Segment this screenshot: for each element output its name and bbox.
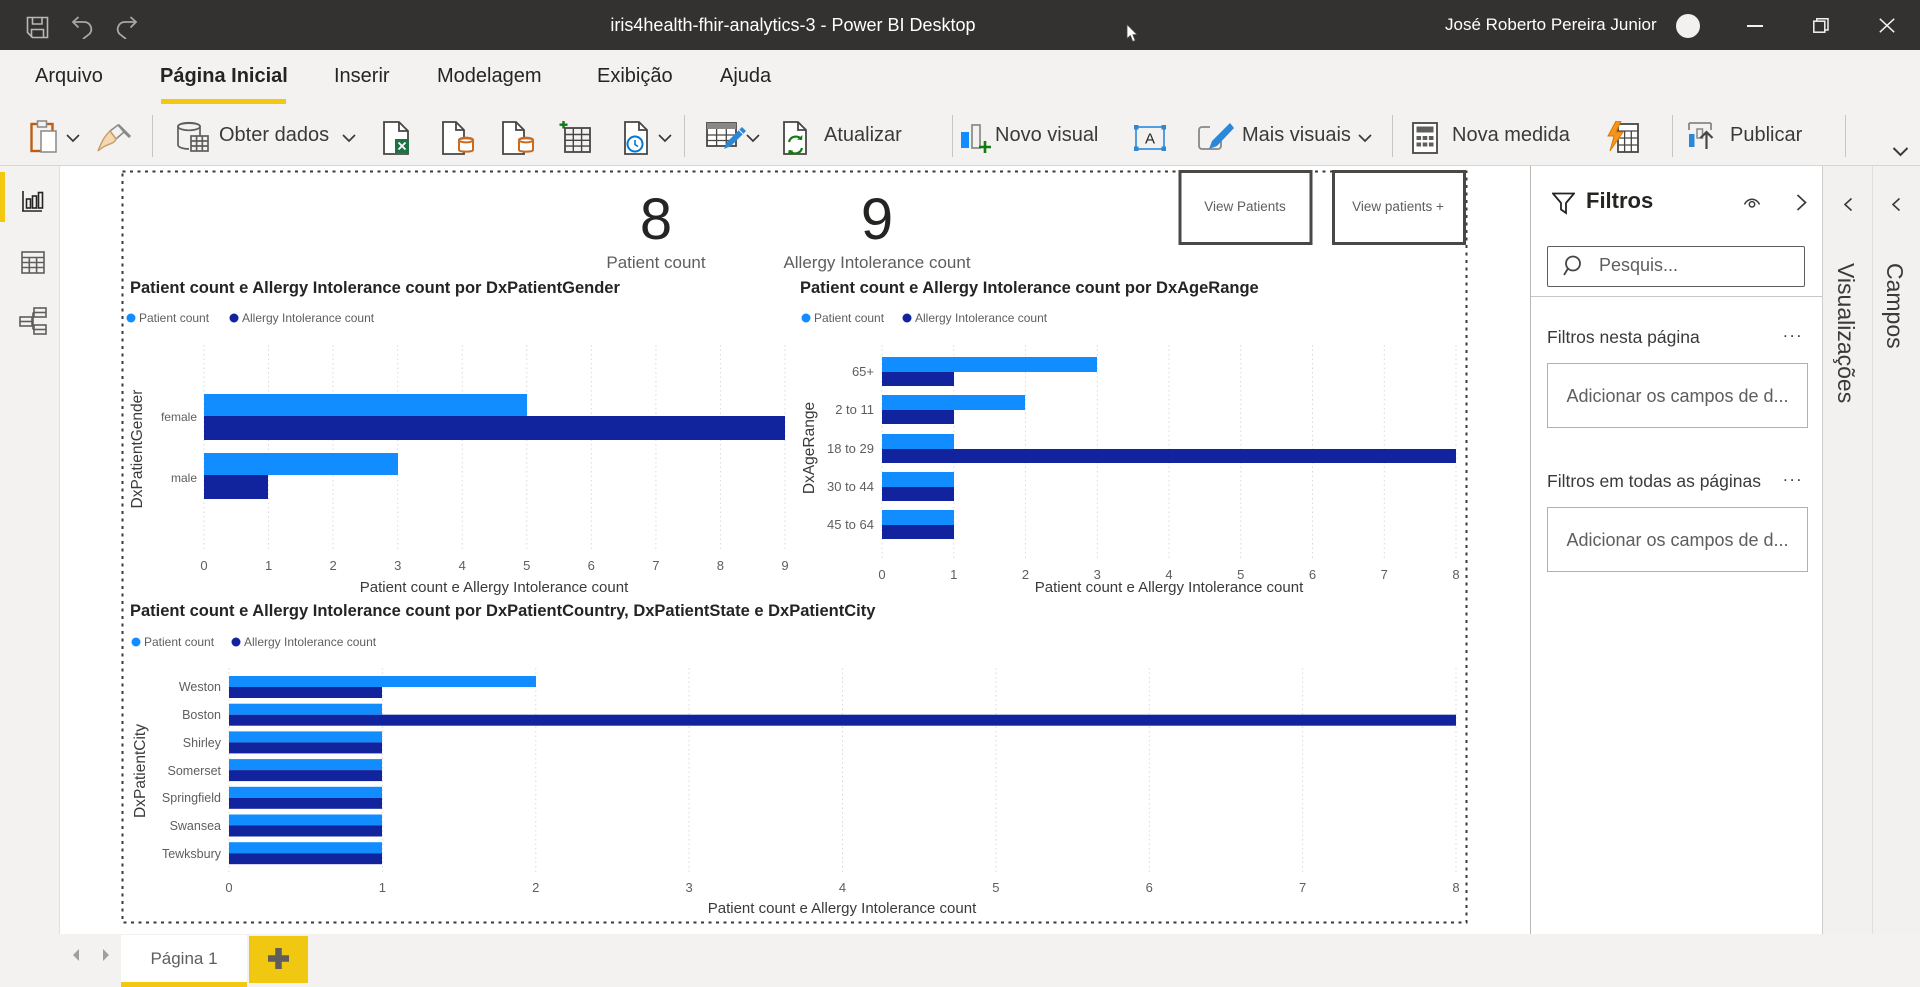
svg-text:3: 3 — [685, 880, 692, 895]
svg-text:Patient count: Patient count — [814, 311, 885, 325]
svg-text:Weston: Weston — [179, 680, 221, 694]
svg-text:Patient count e Allergy Intole: Patient count e Allergy Intolerance coun… — [708, 900, 977, 917]
svg-text:Tewksbury: Tewksbury — [162, 847, 222, 861]
svg-text:Patient count e Allergy Intole: Patient count e Allergy Intolerance coun… — [360, 579, 629, 596]
svg-text:Patient count e Allergy Intole: Patient count e Allergy Intolerance coun… — [800, 279, 1259, 297]
svg-text:8: 8 — [1452, 880, 1459, 895]
svg-text:9: 9 — [861, 187, 893, 252]
svg-text:6: 6 — [1309, 567, 1316, 582]
svg-text:Shirley: Shirley — [183, 736, 222, 750]
svg-text:1: 1 — [379, 880, 386, 895]
svg-text:5: 5 — [523, 558, 530, 573]
svg-text:7: 7 — [1299, 880, 1306, 895]
svg-text:2: 2 — [532, 880, 539, 895]
svg-text:View patients +: View patients + — [1352, 199, 1444, 214]
svg-text:Allergy Intolerance count: Allergy Intolerance count — [915, 311, 1048, 325]
svg-text:6: 6 — [588, 558, 595, 573]
svg-text:Boston: Boston — [182, 708, 221, 722]
svg-text:Patient count e Allergy Intole: Patient count e Allergy Intolerance coun… — [1035, 579, 1304, 596]
svg-text:Swansea: Swansea — [170, 819, 221, 833]
svg-text:Allergy Intolerance count: Allergy Intolerance count — [244, 635, 377, 649]
svg-text:DxAgeRange: DxAgeRange — [801, 402, 818, 494]
svg-text:8: 8 — [1452, 567, 1459, 582]
svg-text:30 to 44: 30 to 44 — [827, 479, 874, 494]
svg-text:Patient count e Allergy Intole: Patient count e Allergy Intolerance coun… — [130, 279, 620, 297]
svg-text:4: 4 — [839, 880, 846, 895]
svg-text:2: 2 — [329, 558, 336, 573]
svg-text:Patient count: Patient count — [144, 635, 215, 649]
svg-text:Springfield: Springfield — [162, 791, 221, 805]
svg-text:0: 0 — [878, 567, 885, 582]
svg-text:A: A — [1145, 131, 1155, 148]
svg-text:View Patients: View Patients — [1204, 199, 1286, 214]
svg-text:0: 0 — [225, 880, 232, 895]
svg-text:5: 5 — [992, 880, 999, 895]
svg-text:1: 1 — [265, 558, 272, 573]
svg-text:1: 1 — [950, 567, 957, 582]
svg-text:DxPatientGender: DxPatientGender — [129, 390, 146, 509]
svg-text:65+: 65+ — [852, 364, 874, 379]
svg-text:male: male — [171, 471, 197, 485]
svg-text:Patient count e Allergy Intole: Patient count e Allergy Intolerance coun… — [130, 602, 876, 620]
svg-text:3: 3 — [394, 558, 401, 573]
svg-text:8: 8 — [717, 558, 724, 573]
svg-text:Patient count: Patient count — [139, 311, 210, 325]
svg-text:2 to 11: 2 to 11 — [835, 402, 874, 417]
svg-text:6: 6 — [1146, 880, 1153, 895]
svg-text:Somerset: Somerset — [168, 764, 222, 778]
svg-text:7: 7 — [652, 558, 659, 573]
svg-text:9: 9 — [781, 558, 788, 573]
svg-text:4: 4 — [459, 558, 466, 573]
svg-text:18 to 29: 18 to 29 — [827, 441, 874, 456]
svg-text:0: 0 — [200, 558, 207, 573]
svg-text:Allergy Intolerance count: Allergy Intolerance count — [242, 311, 375, 325]
svg-text:Allergy Intolerance count: Allergy Intolerance count — [783, 253, 970, 272]
svg-text:Patient count: Patient count — [606, 253, 706, 272]
svg-text:8: 8 — [640, 187, 672, 252]
svg-text:female: female — [161, 410, 197, 424]
svg-text:7: 7 — [1381, 567, 1388, 582]
svg-text:45 to 64: 45 to 64 — [827, 517, 874, 532]
svg-text:DxPatientCity: DxPatientCity — [132, 724, 149, 818]
svg-text:2: 2 — [1022, 567, 1029, 582]
